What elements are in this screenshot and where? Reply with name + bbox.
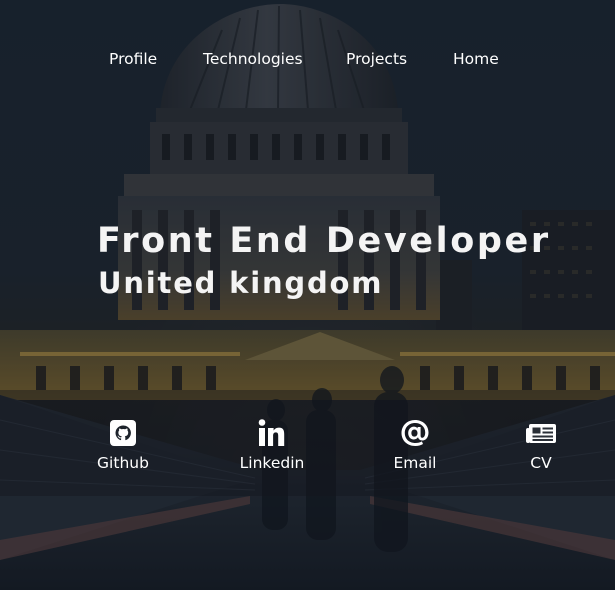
hero-title: Front End Developer (97, 221, 551, 261)
newspaper-icon (486, 418, 596, 448)
github-icon (68, 418, 178, 448)
nav-link-technologies[interactable]: Technologies (203, 50, 303, 68)
linkedin-label: Linkedin (239, 454, 305, 472)
hero-subtitle: United kingdom (98, 266, 384, 300)
cv-label: CV (530, 454, 552, 472)
cv-link[interactable]: CV (486, 418, 596, 480)
nav-link-home[interactable]: Home (453, 50, 499, 68)
main-navigation: Profile Technologies Projects Home (0, 50, 615, 74)
at-sign-icon (360, 418, 470, 448)
nav-link-projects[interactable]: Projects (346, 50, 407, 68)
github-link[interactable]: Github (68, 418, 178, 480)
github-label: Github (97, 454, 149, 472)
email-label: Email (393, 454, 437, 472)
nav-link-profile[interactable]: Profile (109, 50, 157, 68)
linkedin-link[interactable]: Linkedin (217, 418, 327, 480)
linkedin-icon (217, 418, 327, 448)
email-link[interactable]: Email (360, 418, 470, 480)
